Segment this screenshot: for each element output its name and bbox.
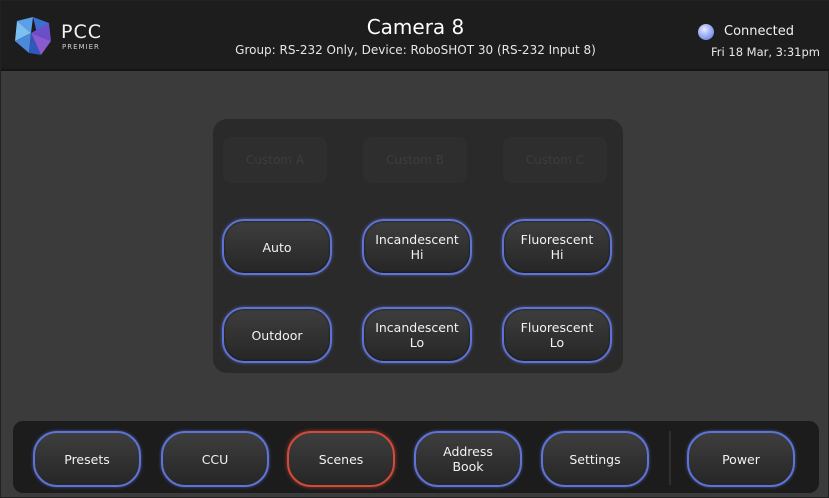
ccu-button[interactable]: CCU — [161, 431, 269, 487]
date-time: Fri 18 Mar, 3:31pm — [711, 45, 820, 59]
white-balance-panel: Custom A Custom B Custom C Auto Incandes… — [213, 119, 623, 373]
connection-status: Connected Fri 18 Mar, 3:31pm — [690, 21, 820, 61]
settings-button[interactable]: Settings — [541, 431, 649, 487]
auto-button[interactable]: Auto — [222, 219, 332, 275]
fluorescent-lo-button[interactable]: Fluorescent Lo — [502, 307, 612, 363]
custom-b-button[interactable]: Custom B — [363, 137, 467, 183]
power-button[interactable]: Power — [687, 431, 795, 487]
fluorescent-hi-button[interactable]: Fluorescent Hi — [502, 219, 612, 275]
outdoor-button[interactable]: Outdoor — [222, 307, 332, 363]
address-book-button[interactable]: Address Book — [414, 431, 522, 487]
custom-c-button[interactable]: Custom C — [503, 137, 607, 183]
presets-button[interactable]: Presets — [33, 431, 141, 487]
custom-a-button[interactable]: Custom A — [223, 137, 327, 183]
incandescent-lo-button[interactable]: Incandescent Lo — [362, 307, 472, 363]
header-bar: PCC PREMIER Camera 8 Group: RS-232 Only,… — [1, 1, 829, 71]
incandescent-hi-button[interactable]: Incandescent Hi — [362, 219, 472, 275]
connection-status-text: Connected — [724, 24, 795, 39]
nav-divider — [669, 431, 671, 485]
bottom-navigation-bar: Presets CCU Scenes Address Book Settings… — [13, 421, 819, 493]
connection-indicator-icon — [698, 24, 714, 40]
touch-panel-screen: PCC PREMIER Camera 8 Group: RS-232 Only,… — [0, 0, 829, 498]
scenes-button[interactable]: Scenes — [287, 431, 395, 487]
